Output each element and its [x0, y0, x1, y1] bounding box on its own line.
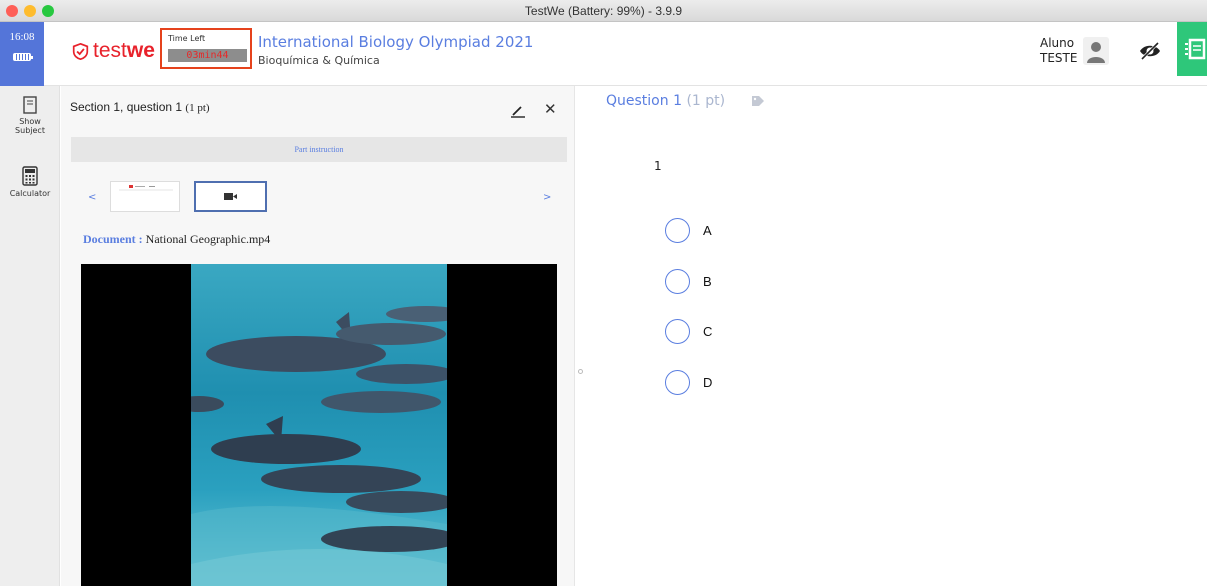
- answer-option-a[interactable]: A: [665, 218, 745, 244]
- sidebar-item-label: Calculator: [9, 189, 51, 198]
- answer-option-label: C: [703, 324, 713, 339]
- answer-option-label: B: [703, 274, 712, 289]
- shield-check-icon: [72, 42, 89, 60]
- window-titlebar: TestWe (Battery: 99%) - 3.9.9: [0, 0, 1207, 22]
- radio-button[interactable]: [665, 370, 690, 395]
- sidebar-item-label: Show: [19, 117, 41, 126]
- answer-option-b[interactable]: B: [665, 269, 745, 295]
- exam-subtitle: Bioquímica & Química: [258, 54, 380, 67]
- video-camera-icon: [224, 193, 237, 200]
- document-key: Document :: [83, 232, 143, 246]
- radio-button[interactable]: [665, 218, 690, 243]
- question-title-text: Question 1: [606, 93, 682, 109]
- time-left-box: Time Left 03min44: [160, 28, 252, 69]
- part-instruction-button[interactable]: Part instruction: [71, 137, 567, 162]
- document-panel: Section 1, question 1 (1 pt) ✕ Part inst…: [61, 86, 575, 586]
- answer-option-d[interactable]: D: [665, 370, 745, 396]
- sidebar-item-label: Subject: [15, 126, 45, 135]
- clock-time: 16:08: [9, 31, 35, 43]
- logo-text-bold: we: [126, 39, 155, 62]
- radio-button[interactable]: [665, 319, 690, 344]
- section-heading-text: Section 1, question 1: [70, 100, 183, 114]
- sidebar: Show Subject Calculator: [0, 86, 60, 586]
- panel-resize-handle[interactable]: [578, 369, 583, 374]
- document-name: National Geographic.mp4: [145, 232, 271, 246]
- battery-icon: [13, 53, 33, 61]
- clock-widget: 16:08: [0, 22, 44, 86]
- user-name: Aluno TESTE: [1040, 36, 1077, 66]
- answer-option-label: A: [703, 223, 712, 238]
- calculator-icon: [22, 166, 38, 186]
- next-document-arrow[interactable]: >: [543, 192, 551, 203]
- close-icon[interactable]: ✕: [544, 100, 557, 118]
- pencil-icon[interactable]: [510, 104, 526, 118]
- logo-text-light: test: [93, 39, 127, 62]
- question-points: (1 pt): [686, 93, 726, 109]
- tag-icon[interactable]: [751, 95, 765, 107]
- sidebar-item-show-subject[interactable]: Show Subject: [0, 96, 60, 135]
- question-text: 1: [654, 159, 662, 173]
- answer-option-c[interactable]: C: [665, 319, 745, 345]
- document-thumbnail-video[interactable]: [194, 181, 267, 212]
- question-title: Question 1 (1 pt): [606, 93, 725, 109]
- avatar-icon[interactable]: [1083, 37, 1109, 65]
- prev-document-arrow[interactable]: <: [88, 192, 96, 203]
- pdf-thumbnail-image: [119, 185, 173, 191]
- sidebar-item-calculator[interactable]: Calculator: [0, 166, 60, 198]
- time-left-value: 03min44: [168, 49, 247, 62]
- radio-button[interactable]: [665, 269, 690, 294]
- user-first-name: Aluno: [1040, 36, 1075, 50]
- eye-slash-icon[interactable]: [1138, 41, 1162, 61]
- time-left-label: Time Left: [168, 34, 206, 43]
- document-icon: [23, 96, 37, 114]
- answer-option-label: D: [703, 375, 713, 390]
- exam-title: International Biology Olympiad 2021: [258, 33, 534, 51]
- document-label: Document : National Geographic.mp4: [83, 232, 270, 247]
- window-title: TestWe (Battery: 99%) - 3.9.9: [524, 4, 683, 18]
- video-frame-dolphins: [191, 264, 447, 586]
- video-player[interactable]: [81, 264, 557, 586]
- user-last-name: TESTE: [1040, 51, 1078, 65]
- section-question-heading: Section 1, question 1 (1 pt): [70, 100, 210, 114]
- app-header: 16:08 test we Time Left 03min44 Internati…: [0, 22, 1207, 86]
- section-heading-points: (1 pt): [185, 102, 210, 114]
- sheet-list-icon: [1185, 38, 1206, 60]
- dolphins-image: [191, 306, 447, 586]
- testwe-logo: test we: [72, 39, 155, 63]
- answer-sheet-button[interactable]: [1177, 22, 1207, 76]
- document-thumbnail-pdf[interactable]: [110, 181, 180, 212]
